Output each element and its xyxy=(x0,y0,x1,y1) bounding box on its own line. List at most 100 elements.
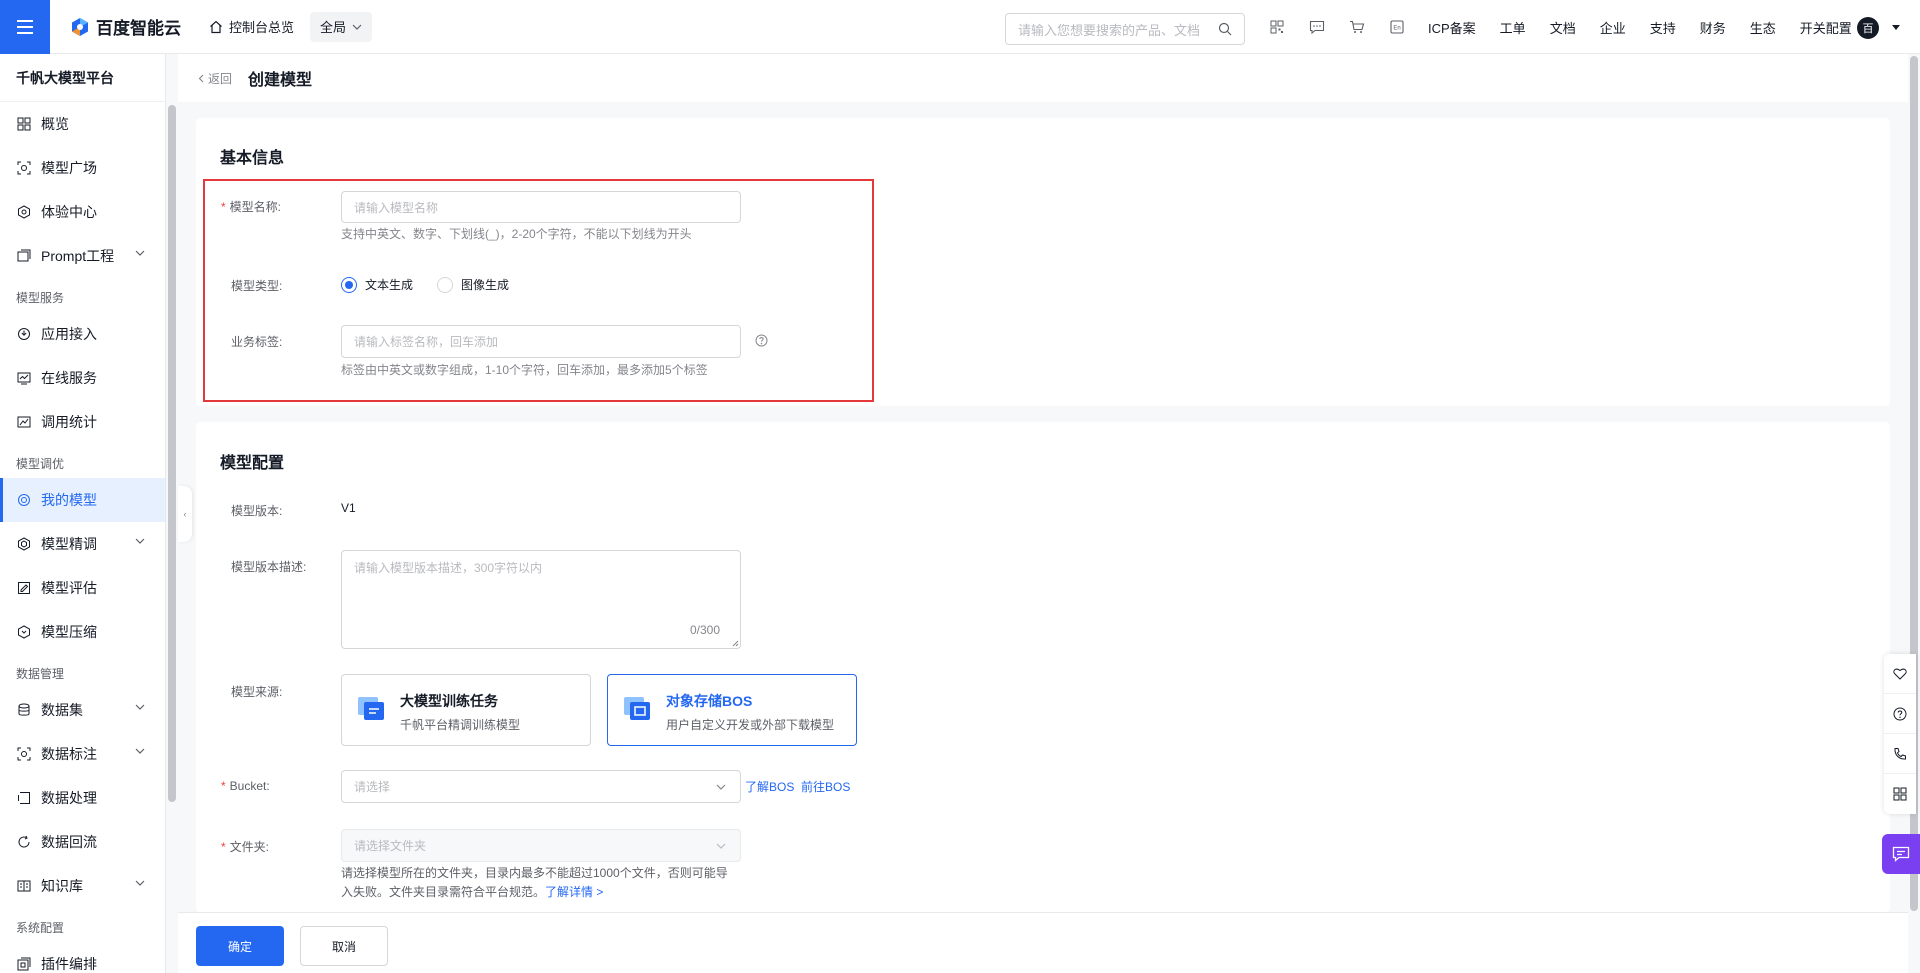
chat-icon[interactable] xyxy=(1882,834,1920,874)
chevron-down-icon xyxy=(352,24,362,30)
apps-grid-icon[interactable] xyxy=(1884,774,1916,814)
scope-select[interactable]: 全局 xyxy=(310,11,373,42)
cart-icon[interactable] xyxy=(1348,17,1366,37)
favorite-icon[interactable] xyxy=(1884,654,1916,694)
top-icon-group: En xyxy=(1268,17,1406,37)
model-source-label: 模型来源: xyxy=(231,685,283,699)
chevron-down-icon[interactable] xyxy=(135,538,145,544)
sidebar-item-my-model[interactable]: 我的模型 xyxy=(0,478,165,522)
nav-ecosystem[interactable]: 生态 xyxy=(1750,18,1776,37)
chevron-down-icon xyxy=(716,843,726,849)
hamburger-menu-icon[interactable] xyxy=(0,0,50,54)
caret-down-icon[interactable] xyxy=(1892,25,1900,30)
radio-circle[interactable] xyxy=(341,276,357,293)
logo-text: 百度智能云 xyxy=(96,19,181,38)
radio-image-generation[interactable]: 图像生成 xyxy=(437,276,509,293)
version-desc-placeholder: 请输入模型版本描述，300字符以内 xyxy=(354,561,543,575)
sidebar-item-reflow[interactable]: 数据回流 xyxy=(0,820,165,864)
sidebar-item-label: 模型压缩 xyxy=(41,624,97,640)
logo[interactable]: 百度智能云 xyxy=(70,14,181,39)
nav-finance[interactable]: 财务 xyxy=(1700,18,1726,37)
bucket-select[interactable]: 请选择 xyxy=(341,770,741,803)
knowledge-icon xyxy=(16,878,32,894)
sidebar-group-label: 系统配置 xyxy=(16,921,65,935)
cancel-button[interactable]: 取消 xyxy=(300,926,388,966)
chevron-down-icon[interactable] xyxy=(135,748,145,754)
help-circle-icon[interactable] xyxy=(755,334,768,347)
help-icon[interactable] xyxy=(1884,694,1916,734)
phone-icon[interactable] xyxy=(1884,734,1916,774)
sidebar-title: 千帆大模型平台 xyxy=(0,54,165,102)
version-desc-textarea[interactable]: 请输入模型版本描述，300字符以内 0/300 xyxy=(341,550,741,649)
nav-support[interactable]: 支持 xyxy=(1650,18,1676,37)
chevron-left-icon xyxy=(198,74,204,82)
sidebar-item-fine-tune[interactable]: 模型精调 xyxy=(0,522,165,566)
source-card-desc: 用户自定义开发或外部下载模型 xyxy=(666,718,835,732)
sidebar-item-compress[interactable]: 模型压缩 xyxy=(0,610,165,654)
sidebar-item-knowledge[interactable]: 知识库 xyxy=(0,864,165,908)
sidebar-scrollbar[interactable] xyxy=(168,105,176,802)
sidebar-item-statistics[interactable]: 调用统计 xyxy=(0,400,165,444)
chevron-down-icon[interactable] xyxy=(135,704,145,710)
sidebar-item-label: 在线服务 xyxy=(41,370,97,386)
sidebar-item-plugin[interactable]: 插件编排 xyxy=(0,942,165,973)
sidebar-item-evaluate[interactable]: 模型评估 xyxy=(0,566,165,610)
nav-enterprise[interactable]: 企业 xyxy=(1600,18,1626,37)
sidebar-item-app-access[interactable]: 应用接入 xyxy=(0,312,165,356)
nav-ticket[interactable]: 工单 xyxy=(1500,18,1526,37)
app-access-icon xyxy=(16,326,32,342)
sidebar-item-label: 知识库 xyxy=(41,878,83,894)
qrcode-icon[interactable] xyxy=(1268,17,1286,37)
radio-circle[interactable] xyxy=(437,276,453,293)
avatar[interactable]: 百 xyxy=(1857,17,1879,39)
folder-select[interactable]: 请选择文件夹 xyxy=(341,829,741,862)
learn-bos-link[interactable]: 了解BOS xyxy=(745,778,794,795)
sidebar-group-label: 模型服务 xyxy=(16,291,65,305)
sidebar-item-online-service[interactable]: 在线服务 xyxy=(0,356,165,400)
plugin-icon xyxy=(16,956,32,972)
footer-bar: 确定 取消 xyxy=(178,912,1908,973)
version-desc-label: 模型版本描述: xyxy=(231,560,307,574)
global-search-input[interactable]: 请输入您想要搜索的产品、文档 xyxy=(1005,13,1245,45)
svg-text:En: En xyxy=(1393,26,1400,32)
training-task-icon xyxy=(356,693,386,723)
source-card-desc: 千帆平台精调训练模型 xyxy=(400,718,521,732)
chevron-down-icon[interactable] xyxy=(135,880,145,886)
chevron-down-icon[interactable] xyxy=(135,250,145,256)
sidebar-item-prompt[interactable]: Prompt工程 xyxy=(0,234,165,278)
sidebar-item-experience[interactable]: 体验中心 xyxy=(0,190,165,234)
search-icon[interactable] xyxy=(1218,22,1232,36)
nav-docs[interactable]: 文档 xyxy=(1550,18,1576,37)
sidebar-item-annotation[interactable]: 数据标注 xyxy=(0,732,165,776)
online-service-icon xyxy=(16,370,32,386)
resize-handle-icon[interactable] xyxy=(732,640,739,647)
source-card-bos[interactable]: 对象存储BOS 用户自定义开发或外部下载模型 xyxy=(607,674,857,746)
sidebar-item-dataset[interactable]: 数据集 xyxy=(0,688,165,732)
message-icon[interactable] xyxy=(1308,17,1326,37)
sidebar-item-label: Prompt工程 xyxy=(41,248,115,264)
goto-bos-link[interactable]: 前往BOS xyxy=(801,778,850,795)
radio-text-generation[interactable]: 文本生成 xyxy=(341,276,413,293)
section-title: 模型配置 xyxy=(220,455,285,472)
model-name-input[interactable]: 请输入模型名称 xyxy=(341,191,741,223)
nav-switch-config[interactable]: 开关配置 xyxy=(1800,18,1852,37)
learn-more-link[interactable]: 了解详情 > xyxy=(545,885,603,899)
sidebar-item-processing[interactable]: 数据处理 xyxy=(0,776,165,820)
evaluate-icon xyxy=(16,580,32,596)
model-name-placeholder: 请输入模型名称 xyxy=(354,200,439,215)
business-tag-input[interactable]: 请输入标签名称，回车添加 xyxy=(341,325,741,358)
sidebar-collapse-handle[interactable]: ‹ xyxy=(178,486,192,542)
nav-icp[interactable]: ICP备案 xyxy=(1428,18,1476,37)
model-version-label: 模型版本: xyxy=(231,504,283,518)
confirm-button[interactable]: 确定 xyxy=(196,926,284,966)
console-overview-link[interactable]: 控制台总览 xyxy=(209,17,294,36)
model-version-value: V1 xyxy=(341,501,356,515)
sidebar-item-label: 调用统计 xyxy=(41,414,97,430)
language-icon[interactable]: En xyxy=(1388,17,1406,37)
sidebar-item-overview[interactable]: 概览 xyxy=(0,102,165,146)
dataset-icon xyxy=(16,702,32,718)
back-link[interactable]: 返回 xyxy=(198,70,232,87)
sidebar-item-model-square[interactable]: 模型广场 xyxy=(0,146,165,190)
statistics-icon xyxy=(16,414,32,430)
source-card-training-task[interactable]: 大模型训练任务 千帆平台精调训练模型 xyxy=(341,674,591,746)
